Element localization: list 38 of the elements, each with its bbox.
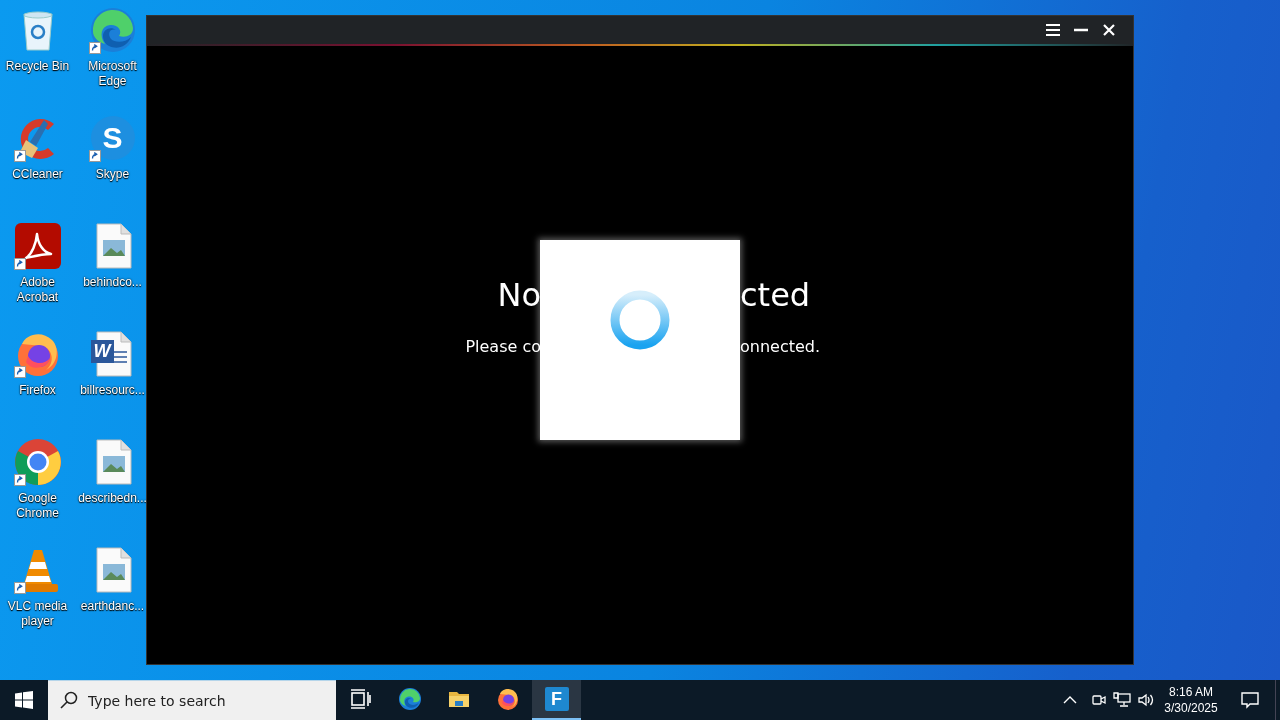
taskbar-button[interactable]: F	[532, 680, 581, 720]
menu-icon[interactable]	[1046, 24, 1060, 36]
volume-icon[interactable]	[1137, 692, 1155, 708]
heading-text: No	[497, 275, 541, 315]
app-logo-icon[interactable]: F	[544, 687, 569, 711]
notification-icon[interactable]	[1241, 691, 1259, 709]
camera-icon[interactable]	[1091, 692, 1107, 708]
icon-label: Google Chrome	[15, 491, 60, 521]
pdf-logo-icon	[13, 222, 62, 270]
round-logo-icon	[13, 438, 62, 486]
fox-globe-icon[interactable]	[495, 687, 520, 711]
clock[interactable]: 8:16 AM 3/30/2025	[1161, 684, 1221, 716]
icon-label: CCleaner	[11, 167, 64, 182]
swirl-logo-icon	[88, 6, 137, 54]
icon-label: billresourc...	[79, 383, 146, 398]
close-icon[interactable]	[1103, 24, 1115, 36]
icon-label: Firefox	[18, 383, 57, 398]
icon-label: Skype	[94, 167, 131, 182]
task-view-icon[interactable]	[348, 687, 373, 711]
icon-label: Adobe Acrobat	[15, 275, 60, 305]
chevron-up-icon[interactable]	[1063, 695, 1077, 705]
icon-label: VLC media player	[6, 599, 69, 629]
icon-label: describedn...	[77, 491, 148, 506]
loading-spinner-icon	[610, 290, 670, 350]
icon-label: Recycle Bin	[4, 59, 71, 74]
icon-label: behindco...	[82, 275, 143, 290]
search-icon	[60, 691, 78, 709]
message-text: onnected.	[740, 336, 821, 358]
skype-logo-icon: S	[90, 116, 135, 160]
minimize-icon[interactable]	[1074, 28, 1088, 32]
icon-label: Microsoft Edge	[87, 59, 138, 89]
search-field[interactable]: Type here to search	[48, 680, 336, 720]
icon-label: earthdanc...	[79, 599, 146, 614]
windows-logo-icon[interactable]	[15, 691, 33, 709]
heading-text: cted	[740, 275, 811, 315]
swirl-logo-icon[interactable]	[397, 687, 422, 711]
message-text: Please co	[465, 336, 541, 358]
network-icon[interactable]	[1113, 692, 1131, 708]
